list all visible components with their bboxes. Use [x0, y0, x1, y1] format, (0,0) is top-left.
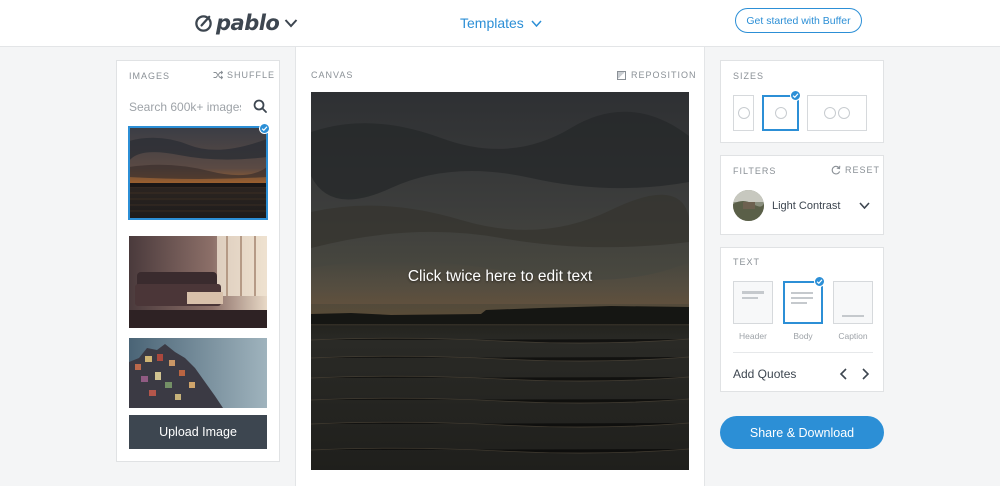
chevron-left-icon[interactable]: [839, 368, 848, 380]
logo-menu[interactable]: pablo: [194, 10, 298, 36]
reposition-icon: [617, 70, 626, 80]
filters-title: FILTERS: [733, 166, 777, 176]
image-thumbnail-coastal-town[interactable]: [129, 338, 267, 408]
divider: [733, 352, 873, 353]
templates-label: Templates: [460, 15, 524, 31]
image-search-input[interactable]: [129, 98, 241, 116]
image-list[interactable]: [117, 125, 279, 463]
shuffle-button[interactable]: SHUFFLE: [213, 70, 275, 80]
templates-menu[interactable]: Templates: [460, 15, 542, 31]
selected-check-icon: [814, 276, 825, 287]
chevron-right-icon[interactable]: [861, 368, 870, 380]
coastal-town-image: [129, 338, 267, 408]
shuffle-icon: [213, 70, 223, 80]
text-style-caption-option[interactable]: [833, 281, 873, 324]
add-quotes-label: Add Quotes: [733, 367, 797, 381]
text-panel: TEXT Header Body Caption Add Quotes: [720, 247, 884, 392]
logo-text: pablo: [216, 11, 280, 35]
upload-image-button[interactable]: Upload Image: [129, 415, 267, 449]
instagram-icon: [774, 107, 787, 119]
filter-preview-thumbnail: [733, 190, 764, 221]
sizes-title: SIZES: [733, 71, 765, 81]
reposition-label: REPOSITION: [631, 70, 697, 80]
filters-panel: FILTERS RESET Light Contrast: [720, 155, 884, 235]
top-bar: pablo Templates Get started with Buffer: [0, 0, 1000, 47]
get-started-button[interactable]: Get started with Buffer: [735, 8, 862, 33]
text-style-header-option[interactable]: [733, 281, 773, 324]
canvas-title: CANVAS: [311, 70, 354, 80]
images-panel: IMAGES SHUFFLE Search 600k+ images Uploa…: [116, 60, 280, 462]
size-facebook-twitter-option[interactable]: [807, 95, 867, 131]
text-style-header-label: Header: [739, 331, 767, 341]
selected-check-icon: [790, 90, 801, 101]
sunset-image: [129, 127, 267, 219]
text-style-caption-label: Caption: [838, 331, 868, 341]
text-style-body-option[interactable]: [783, 281, 823, 324]
share-download-button[interactable]: Share & Download: [720, 416, 884, 449]
sizes-panel: SIZES: [720, 60, 884, 143]
living-room-image: [129, 236, 267, 328]
twitter-icon: [838, 107, 850, 119]
reset-filters-button[interactable]: RESET: [831, 165, 880, 175]
design-canvas[interactable]: Click twice here to edit text: [311, 92, 689, 470]
reset-label: RESET: [845, 165, 881, 175]
canvas-text[interactable]: Click twice here to edit text: [311, 268, 689, 286]
pablo-logo-icon: [195, 14, 212, 32]
chevron-down-icon: [531, 19, 542, 27]
facebook-icon: [824, 107, 836, 119]
image-thumbnail-living-room[interactable]: [129, 236, 267, 328]
selected-filter-label[interactable]: Light Contrast: [772, 200, 840, 212]
reposition-button[interactable]: REPOSITION: [617, 70, 697, 80]
selected-check-icon: [259, 123, 270, 134]
text-title: TEXT: [733, 257, 761, 267]
size-pinterest-option[interactable]: [733, 95, 754, 131]
text-style-body-label: Body: [793, 331, 813, 341]
shuffle-label: SHUFFLE: [227, 70, 276, 80]
chevron-down-icon[interactable]: [859, 202, 870, 209]
pinterest-icon: [737, 107, 750, 119]
image-thumbnail-sunset[interactable]: [128, 126, 268, 220]
chevron-down-icon: [285, 19, 298, 28]
reset-icon: [831, 165, 841, 175]
images-title: IMAGES: [129, 71, 171, 81]
search-icon[interactable]: [253, 99, 267, 113]
